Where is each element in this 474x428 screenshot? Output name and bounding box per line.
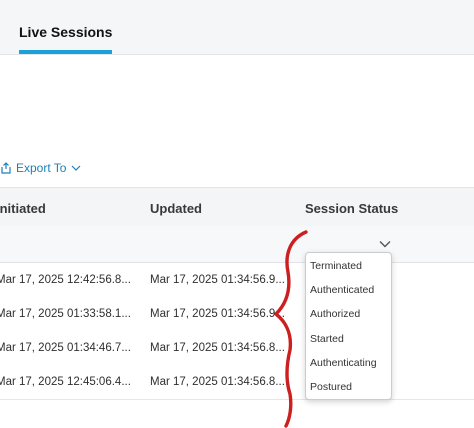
dropdown-option-authenticating[interactable]: Authenticating (310, 357, 377, 369)
export-icon (1, 162, 11, 174)
cell-updated: Mar 17, 2025 01:34:56.9... (150, 274, 285, 286)
export-to-button[interactable]: Export To (0, 160, 81, 176)
dropdown-option-authenticated[interactable]: Authenticated (310, 284, 374, 296)
table-row[interactable]: Mar 17, 2025 12:42:56.8... Mar 17, 2025 … (0, 263, 474, 298)
cell-initiated: Mar 17, 2025 01:34:46.7... (0, 342, 131, 354)
session-status-dropdown: Terminated Authenticated Authorized Star… (305, 252, 392, 400)
session-status-filter-chevron-icon[interactable] (378, 237, 392, 251)
tab-bar: Live Sessions (0, 0, 474, 55)
table-row[interactable]: Mar 17, 2025 01:34:46.7... Mar 17, 2025 … (0, 331, 474, 366)
dropdown-option-terminated[interactable]: Terminated (310, 260, 362, 272)
table-row[interactable]: Mar 17, 2025 01:33:58.1... Mar 17, 2025 … (0, 297, 474, 332)
cell-updated: Mar 17, 2025 01:34:56.8... (150, 376, 285, 388)
tab-live-sessions[interactable]: Live Sessions (19, 24, 112, 40)
chevron-down-icon (72, 165, 81, 171)
dropdown-option-postured[interactable]: Postured (310, 381, 352, 393)
filter-row (0, 226, 474, 263)
cell-updated: Mar 17, 2025 01:34:56.9... (150, 308, 285, 320)
cell-updated: Mar 17, 2025 01:34:56.8... (150, 342, 285, 354)
table-header: Initiated Updated Session Status (0, 187, 474, 227)
column-header-updated[interactable]: Updated (150, 201, 202, 216)
column-header-session-status[interactable]: Session Status (305, 201, 398, 216)
cell-initiated: Mar 17, 2025 12:45:06.4... (0, 376, 131, 388)
export-to-label: Export To (16, 161, 67, 175)
table-row[interactable]: Mar 17, 2025 12:45:06.4... Mar 17, 2025 … (0, 365, 474, 400)
dropdown-option-authorized[interactable]: Authorized (310, 308, 360, 320)
cell-initiated: Mar 17, 2025 12:42:56.8... (0, 274, 131, 286)
active-tab-indicator (19, 50, 112, 54)
dropdown-option-started[interactable]: Started (310, 333, 344, 345)
cell-initiated: Mar 17, 2025 01:33:58.1... (0, 308, 131, 320)
column-header-initiated[interactable]: Initiated (0, 201, 46, 216)
